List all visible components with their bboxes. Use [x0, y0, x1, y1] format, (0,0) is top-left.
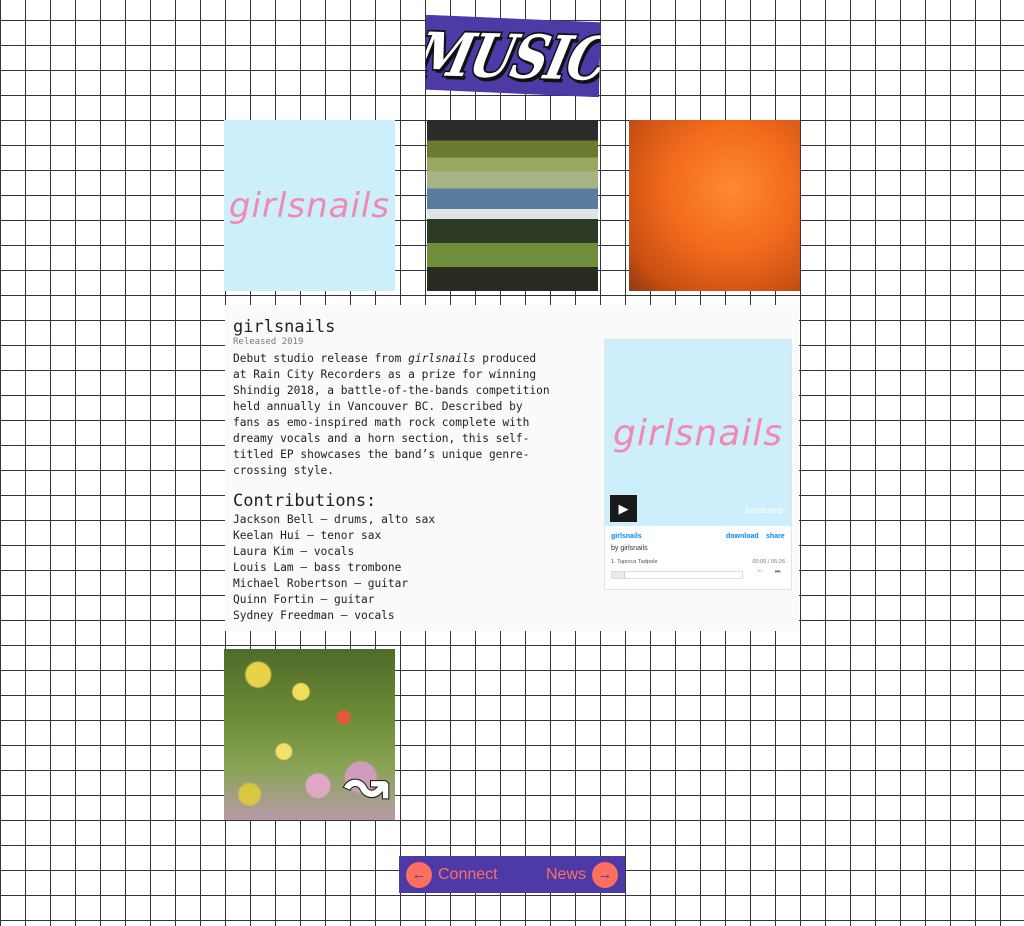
next-track-icon[interactable]: ⏭ [775, 569, 780, 576]
play-button[interactable]: ▶ [610, 495, 637, 522]
arrow-left-icon: ← [406, 861, 432, 888]
contributions-list: Jackson Bell – drums, alto sax Keelan Hu… [233, 512, 435, 624]
player-art-lettering: girlsnails [612, 412, 784, 454]
bandcamp-player: girlsnails ▶ bandcamp girlsnails downloa… [604, 339, 792, 590]
album-title: girlsnails [233, 317, 336, 337]
progress-handle[interactable] [612, 572, 625, 578]
player-album-link[interactable]: girlsnails [611, 533, 642, 540]
contributor: Keelan Hui – tenor sax [233, 529, 382, 542]
next-page-label: News [545, 865, 586, 883]
album-description: Debut studio release from girlsnails pro… [233, 351, 553, 479]
bandcamp-logo[interactable]: bandcamp [746, 506, 783, 515]
logo-text: MUSIC [409, 18, 616, 94]
contributions-heading: Contributions: [233, 491, 377, 511]
contributor: Sydney Freedman – vocals [233, 609, 395, 622]
album-cover-collage[interactable] [427, 120, 598, 291]
cover-mark: ↝ [343, 752, 390, 817]
contributor: Laura Kim – vocals [233, 545, 355, 558]
contributor: Jackson Bell – drums, alto sax [233, 513, 436, 526]
page-navigation: ← Connect News → [399, 856, 625, 893]
prev-track-icon[interactable]: ⏮ [757, 569, 762, 576]
track-time: 00:00 / 05:26 [752, 559, 785, 565]
album-cover-girlsnails[interactable]: girlsnails [224, 120, 395, 291]
music-logo: MUSIC [424, 15, 601, 98]
play-icon: ▶ [618, 500, 629, 516]
desc-text: Debut studio release from [233, 352, 409, 365]
desc-band-name: girlsnails [408, 352, 476, 365]
contributor: Quinn Fortin – guitar [233, 593, 375, 606]
track-title[interactable]: 1. Tapioca Tadpole [611, 559, 657, 565]
album-detail-panel: girlsnails Released 2019 Debut studio re… [225, 305, 799, 631]
album-cover-lettering: girlsnails [228, 185, 391, 226]
album-cover-orange[interactable] [629, 120, 800, 291]
album-cover-flowers[interactable]: ↝ [224, 649, 395, 820]
contributor: Michael Robertson – guitar [233, 577, 409, 590]
release-date: Released 2019 [233, 337, 304, 347]
progress-bar[interactable] [611, 571, 743, 579]
share-link[interactable]: share [766, 533, 785, 540]
arrow-right-icon: → [592, 861, 618, 888]
prev-page-button[interactable]: ← Connect [406, 856, 498, 893]
desc-text-rest: produced at Rain City Recorders as a pri… [233, 352, 550, 477]
contributor: Louis Lam – bass trombone [233, 561, 402, 574]
next-page-button[interactable]: News → [546, 856, 618, 893]
prev-page-label: Connect [438, 865, 498, 883]
player-artist[interactable]: by girlsnails [611, 545, 648, 552]
download-link[interactable]: download [726, 533, 759, 540]
